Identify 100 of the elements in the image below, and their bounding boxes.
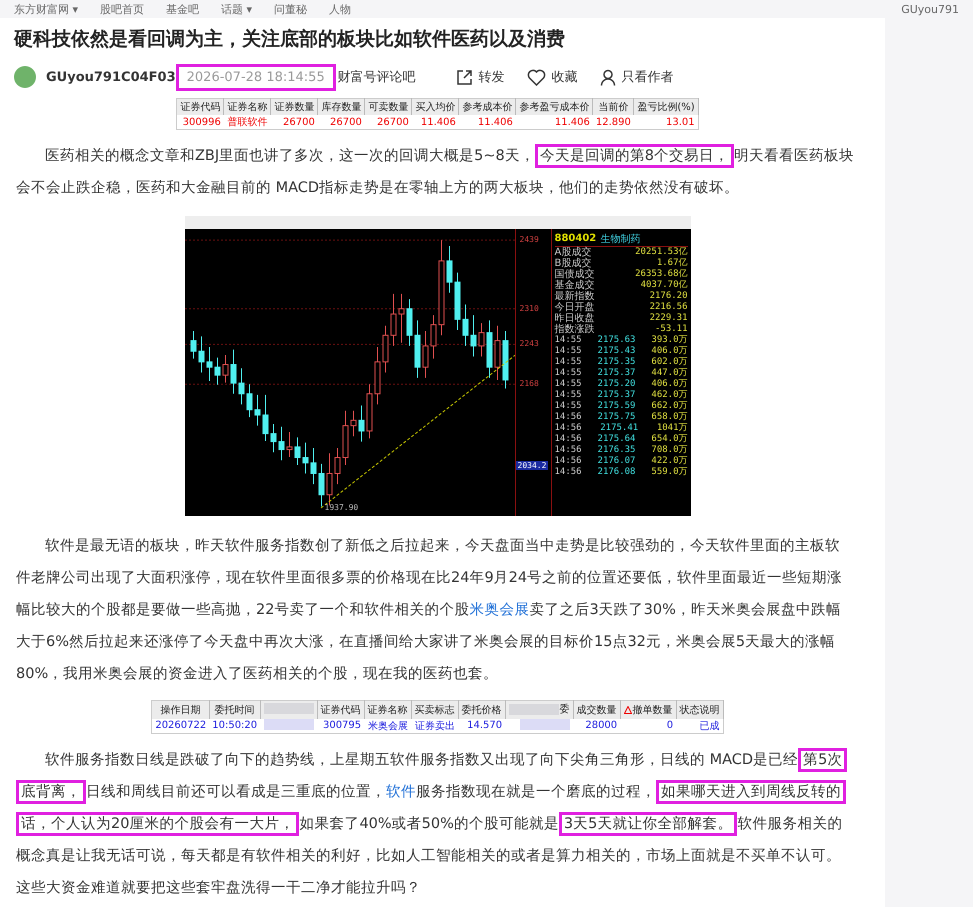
tick-price: 2175.43: [598, 346, 636, 357]
candle: [430, 314, 436, 360]
tick-volume: 406.0万: [651, 346, 688, 357]
tick-price: 2175.59: [598, 401, 636, 412]
tick-time: 14:56: [554, 412, 582, 423]
table-cell: 20260722: [155, 720, 206, 731]
tick-time: 14:55: [554, 335, 582, 346]
candle: [414, 320, 420, 378]
column-header: 委托时间: [214, 704, 255, 717]
candle: [270, 424, 276, 453]
avatar-icon[interactable]: [14, 66, 36, 88]
stat-label: 国债成交: [554, 269, 594, 280]
column-header: 状态说明: [680, 704, 720, 717]
tick-volume: 708.0万: [651, 445, 688, 456]
candle: [374, 346, 380, 405]
candle: [246, 384, 252, 418]
candle: [334, 447, 340, 485]
column-header: 买入均价: [412, 98, 459, 115]
tick-volume: 559.0万: [651, 467, 688, 478]
column-header: 委托价格: [462, 704, 502, 717]
tick-price: 2175.37: [598, 368, 636, 379]
table-cell: 证券卖出: [415, 720, 456, 732]
column-header: 证券代码: [176, 98, 224, 115]
price-label: 2439: [520, 235, 539, 244]
table-cell: 14.570: [467, 720, 502, 731]
tick-volume: 447.0万: [651, 368, 688, 379]
candle: [390, 293, 396, 346]
candle: [382, 325, 388, 373]
candle: [406, 298, 412, 346]
stat-label: 指数涨跌: [554, 324, 594, 335]
column-header: 参考盈亏成本价: [516, 98, 593, 115]
table-cell: 28000: [585, 720, 618, 731]
candle: [350, 410, 356, 437]
stat-label: 昨日收盘: [554, 313, 594, 324]
stat-value: 26353.68亿: [635, 269, 688, 280]
tick-price: 2175.63: [598, 335, 636, 346]
candle: [206, 346, 212, 382]
tick-volume: 1041万: [656, 423, 688, 434]
stat-label: 基金成交: [554, 280, 594, 291]
candle: [358, 404, 364, 442]
column-header: 库存数量: [318, 98, 365, 115]
candle: [486, 320, 492, 378]
nav-link[interactable]: 东方财富网 ▾: [14, 2, 78, 16]
nav-link[interactable]: 人物: [329, 2, 352, 16]
tick-time: 14:56: [554, 423, 582, 434]
candle: [494, 325, 500, 380]
candle: [262, 394, 268, 442]
candle: [310, 447, 316, 485]
column-header: 委: [560, 702, 570, 716]
table-cell: 10:50:20: [212, 720, 258, 731]
favorite-button[interactable]: 收藏: [526, 68, 578, 86]
candle: [278, 426, 284, 461]
candle: [462, 304, 468, 346]
share-button[interactable]: 转发: [456, 68, 505, 86]
table-cell: 已成: [700, 720, 720, 732]
tick-volume: 602.0万: [651, 357, 688, 368]
tick-time: 14:55: [554, 346, 582, 357]
column-header: 成交数量: [576, 704, 617, 717]
table-cell: 300996: [176, 115, 224, 130]
user-name[interactable]: GUyou791: [901, 2, 959, 16]
column-header: 可卖数量: [364, 98, 412, 115]
stat-value: 2176.20: [650, 291, 688, 302]
candle: [342, 410, 348, 466]
column-header: 证券名称: [368, 704, 408, 717]
column-header: 证券名称: [224, 98, 271, 115]
tick-price: 2175.41: [600, 423, 638, 434]
nav-link[interactable]: 问董秘: [274, 2, 308, 16]
tick-price: 2175.37: [598, 390, 636, 401]
table-cell: 11.406: [458, 115, 516, 130]
author-name[interactable]: GUyou791C04F03: [46, 70, 176, 84]
stat-value: 2229.31: [650, 313, 688, 324]
stock-link[interactable]: 米奥会展: [469, 602, 530, 618]
candle: [398, 293, 404, 344]
table-cell: 11.406: [412, 115, 459, 130]
tick-price: 2176.07: [598, 456, 636, 467]
candle: [190, 330, 196, 360]
tick-price: 2175.35: [598, 357, 636, 368]
table-cell: 300795: [322, 720, 362, 731]
nav-link[interactable]: 话题 ▾: [221, 2, 252, 16]
nav-link[interactable]: 股吧首页: [100, 2, 144, 16]
author-button[interactable]: 只看作者: [600, 68, 674, 86]
candle: [302, 442, 308, 474]
post-title: 硬科技依然是看回调为主，关注底部的板块比如软件医药以及消费: [14, 27, 566, 52]
column-header: 盈亏比例(%): [634, 98, 698, 115]
table-cell: 26700: [270, 115, 318, 130]
table-cell: 0: [666, 720, 674, 731]
forum-link[interactable]: 财富号评论吧: [338, 68, 416, 86]
stat-value: 2216.56: [650, 302, 688, 313]
candle: [470, 314, 476, 358]
nav-link[interactable]: 基金吧: [166, 2, 200, 16]
tick-volume: 393.0万: [651, 335, 688, 346]
stat-label: 今日开盘: [554, 302, 594, 313]
post-time: 2026-07-28 18:14:55: [176, 64, 336, 90]
stock-name: 生物制药: [600, 232, 640, 246]
tick-time: 14:55: [554, 390, 582, 401]
candle: [198, 336, 204, 373]
price-label: 2168: [520, 379, 539, 388]
stock-link[interactable]: 软件: [386, 784, 416, 800]
heart-icon: [526, 68, 546, 86]
paragraph: 医药相关的概念文章和ZBJ里面也讲了多次，这一次的回调大概是5~8天， 今天是回调的第8个交易日， 明天看看医药板块会不会止跌企稳，医药和大金融目前的 MACD指标走势是在零轴上方的两大板块，他们的走势依然没有破坏。: [10, 138, 860, 206]
